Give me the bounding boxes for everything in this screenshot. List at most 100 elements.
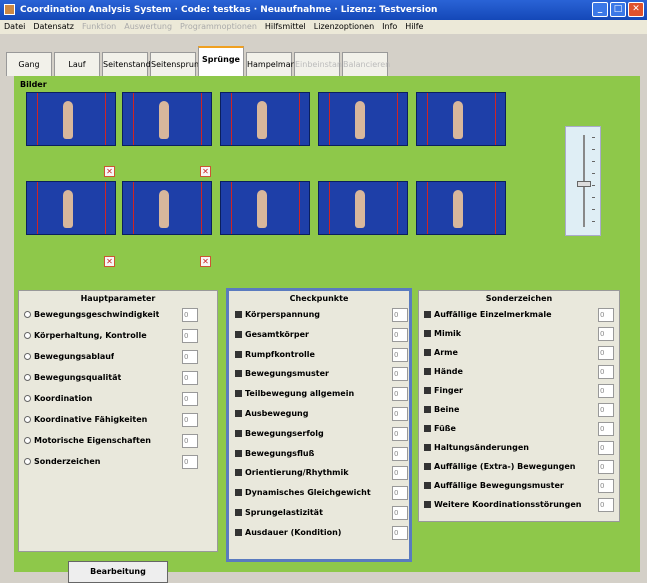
checkbox[interactable] — [424, 501, 431, 508]
radio-button[interactable] — [24, 416, 31, 423]
slider-knob[interactable] — [577, 181, 591, 187]
sonderzeichen-item[interactable]: Hände — [424, 365, 463, 379]
checkpunkte-item[interactable]: Bewegungserfolg — [235, 427, 324, 441]
pose-thumbnail[interactable] — [318, 181, 408, 235]
checkbox[interactable] — [235, 311, 242, 318]
hauptparameter-item[interactable]: Bewegungsgeschwindigkeit — [24, 308, 159, 322]
checkpunkte-value[interactable]: 0 — [392, 327, 408, 342]
pose-thumbnail[interactable] — [122, 181, 212, 235]
close-button[interactable]: ✕ — [628, 2, 644, 17]
sonderzeichen-item[interactable]: Auffällige Einzelmerkmale — [424, 308, 552, 322]
sonderzeichen-value[interactable]: 0 — [598, 384, 614, 398]
checkpunkte-value[interactable]: 0 — [392, 525, 408, 540]
minimize-button[interactable]: _ — [592, 2, 608, 17]
checkbox[interactable] — [235, 489, 242, 497]
menu-item-6[interactable]: Lizenzoptionen — [314, 20, 374, 34]
hauptparameter-item[interactable]: Koordination — [24, 392, 92, 406]
checkbox[interactable] — [235, 410, 242, 417]
sonderzeichen-value[interactable]: 0 — [598, 327, 614, 341]
hauptparameter-value[interactable]: 0 — [182, 350, 198, 364]
checkpunkte-item[interactable]: Dynamisches Gleichgewicht — [235, 486, 371, 500]
checkbox[interactable] — [235, 350, 242, 358]
sonderzeichen-value[interactable]: 0 — [598, 479, 614, 493]
checkpunkte-item[interactable]: Körperspannung — [235, 308, 320, 322]
pose-thumbnail[interactable] — [416, 92, 506, 146]
sonderzeichen-item[interactable]: Auffällige Bewegungsmuster — [424, 479, 564, 493]
sonderzeichen-value[interactable]: 0 — [598, 460, 614, 474]
radio-button[interactable] — [24, 437, 31, 444]
sonderzeichen-value[interactable]: 0 — [598, 498, 614, 512]
hauptparameter-value[interactable]: 0 — [182, 455, 198, 469]
sonderzeichen-item[interactable]: Arme — [424, 346, 458, 360]
radio-button[interactable] — [24, 332, 31, 339]
checkpunkte-value[interactable]: 0 — [392, 387, 408, 402]
hauptparameter-value[interactable]: 0 — [182, 308, 198, 322]
pose-thumbnail[interactable] — [26, 92, 116, 146]
checkpunkte-value[interactable]: 0 — [392, 506, 408, 520]
tab-1[interactable]: Lauf — [54, 52, 100, 76]
checkbox[interactable] — [424, 311, 431, 318]
sonderzeichen-value[interactable]: 0 — [598, 346, 614, 360]
tab-4[interactable]: Sprünge — [198, 46, 244, 76]
checkpunkte-item[interactable]: Rumpfkontrolle — [235, 348, 315, 362]
checkpunkte-item[interactable]: Orientierung/Rhythmik — [235, 466, 349, 480]
tab-2[interactable]: Seitenstand — [102, 52, 151, 76]
select-checkbox[interactable]: ✕ — [200, 166, 211, 177]
checkbox[interactable] — [424, 444, 431, 451]
select-checkbox[interactable]: ✕ — [104, 166, 115, 177]
checkbox[interactable] — [235, 449, 242, 457]
sonderzeichen-item[interactable]: Finger — [424, 384, 463, 398]
tab-3[interactable]: Seitensprung — [150, 52, 204, 76]
hauptparameter-value[interactable]: 0 — [182, 392, 198, 406]
radio-button[interactable] — [24, 374, 31, 381]
menu-item-8[interactable]: Hilfe — [405, 20, 423, 34]
bearbeitung-button[interactable]: Bearbeitung — [68, 561, 168, 583]
checkpunkte-item[interactable]: Sprungelastizität — [235, 506, 323, 520]
checkbox[interactable] — [424, 482, 431, 489]
image-size-slider[interactable] — [565, 126, 601, 236]
sonderzeichen-item[interactable]: Auffällige (Extra-) Bewegungen — [424, 460, 575, 474]
sonderzeichen-value[interactable]: 0 — [598, 403, 614, 417]
hauptparameter-value[interactable]: 0 — [182, 329, 198, 343]
checkbox[interactable] — [235, 429, 242, 437]
sonderzeichen-item[interactable]: Füße — [424, 422, 456, 436]
sonderzeichen-value[interactable]: 0 — [598, 422, 614, 436]
radio-button[interactable] — [24, 458, 31, 465]
sonderzeichen-value[interactable]: 0 — [598, 365, 614, 379]
sonderzeichen-value[interactable]: 0 — [598, 308, 614, 322]
checkpunkte-value[interactable]: 0 — [392, 426, 408, 441]
checkbox[interactable] — [424, 330, 431, 337]
tab-5[interactable]: Hampelmann — [246, 52, 301, 76]
sonderzeichen-item[interactable]: Beine — [424, 403, 459, 417]
checkbox[interactable] — [424, 349, 431, 356]
checkpunkte-item[interactable]: Teilbewegung allgemein — [235, 387, 354, 401]
checkpunkte-value[interactable]: 0 — [392, 446, 408, 461]
hauptparameter-item[interactable]: Sonderzeichen — [24, 455, 100, 469]
checkpunkte-value[interactable]: 0 — [392, 407, 408, 421]
pose-thumbnail[interactable] — [220, 92, 310, 146]
menu-item-5[interactable]: Hilfsmittel — [265, 20, 306, 34]
hauptparameter-item[interactable]: Koordinative Fähigkeiten — [24, 413, 147, 427]
checkpunkte-item[interactable]: Bewegungsmuster — [235, 367, 329, 381]
checkpunkte-item[interactable]: Gesamtkörper — [235, 328, 309, 342]
hauptparameter-item[interactable]: Bewegungsablauf — [24, 350, 114, 364]
checkbox[interactable] — [235, 509, 242, 516]
radio-button[interactable] — [24, 353, 31, 360]
sonderzeichen-item[interactable]: Mimik — [424, 327, 461, 341]
checkbox[interactable] — [424, 406, 431, 413]
menu-item-7[interactable]: Info — [382, 20, 397, 34]
checkbox[interactable] — [424, 387, 431, 394]
pose-thumbnail[interactable] — [416, 181, 506, 235]
checkbox[interactable] — [235, 330, 242, 338]
maximize-button[interactable]: □ — [610, 2, 626, 17]
checkpunkte-item[interactable]: Ausbewegung — [235, 407, 308, 421]
sonderzeichen-item[interactable]: Haltungsänderungen — [424, 441, 529, 455]
checkpunkte-item[interactable]: Ausdauer (Kondition) — [235, 526, 341, 540]
pose-thumbnail[interactable] — [26, 181, 116, 235]
select-checkbox[interactable]: ✕ — [200, 256, 211, 267]
checkpunkte-value[interactable]: 0 — [392, 466, 408, 481]
radio-button[interactable] — [24, 311, 31, 318]
checkbox[interactable] — [424, 425, 431, 432]
pose-thumbnail[interactable] — [122, 92, 212, 146]
checkbox[interactable] — [424, 463, 431, 470]
